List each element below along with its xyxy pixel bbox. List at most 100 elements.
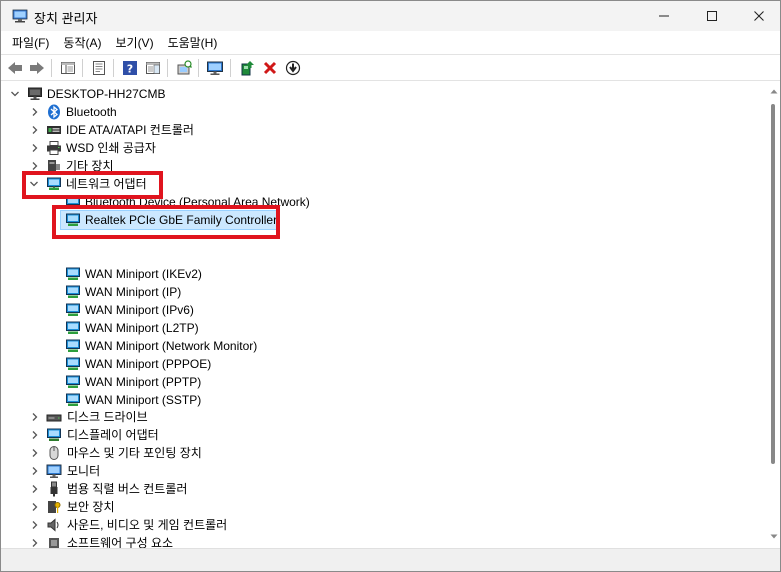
network-adapter-wan-pptp[interactable]: WAN Miniport (PPTP) (2, 373, 402, 391)
chevron-right-icon[interactable] (30, 125, 40, 135)
toolbar: ? (1, 54, 780, 81)
show-hide-console-tree-icon (61, 62, 75, 74)
category-label: 디스크 드라이브 (67, 410, 148, 424)
chevron-right-icon[interactable] (30, 538, 40, 548)
network-adapter-wan-netmon[interactable]: WAN Miniport (Network Monitor) (2, 337, 402, 355)
uninstall-icon (263, 61, 277, 75)
update-driver-icon (241, 61, 254, 76)
device-label: WAN Miniport (PPPOE) (85, 357, 212, 371)
scroll-up-icon[interactable] (770, 88, 778, 94)
device-label: WAN Miniport (IPv6) (85, 303, 194, 317)
network-adapter-icon (66, 375, 80, 388)
device-label: WAN Miniport (PPTP) (85, 375, 202, 389)
network-adapter-wan-sstp[interactable]: WAN Miniport (SSTP) (2, 391, 402, 409)
scan-hardware-button[interactable] (174, 58, 194, 78)
chevron-right-icon[interactable] (30, 466, 40, 476)
computer-icon (28, 87, 42, 100)
category-software-components[interactable]: 소프트웨어 구성 요소 (2, 534, 402, 548)
scroll-down-icon[interactable] (770, 534, 778, 540)
category-label: IDE ATA/ATAPI 컨트롤러 (66, 123, 194, 137)
sound-icon (47, 518, 59, 532)
disable-icon (285, 60, 301, 76)
update-driver-button[interactable] (237, 58, 257, 78)
network-adapter-wan-pppoe[interactable]: WAN Miniport (PPPOE) (2, 355, 402, 373)
network-adapter-icon (66, 321, 80, 334)
network-adapter-wan-ipv6[interactable]: WAN Miniport (IPv6) (2, 301, 402, 319)
category-bluetooth[interactable]: Bluetooth (2, 103, 402, 121)
category-label: Bluetooth (66, 105, 117, 119)
category-label: 모니터 (67, 464, 101, 478)
display-adapter-icon (47, 428, 61, 441)
device-label: WAN Miniport (IP) (85, 285, 182, 299)
chevron-right-icon[interactable] (30, 520, 40, 530)
ide-controller-icon (47, 126, 61, 134)
uninstall-button[interactable] (260, 58, 280, 78)
menu-help[interactable]: 도움말(H) (161, 32, 225, 53)
category-usb[interactable]: 범용 직렬 버스 컨트롤러 (2, 480, 402, 498)
network-adapter-wan-l2tp[interactable]: WAN Miniport (L2TP) (2, 319, 402, 337)
menu-file[interactable]: 파일(F) (5, 32, 56, 53)
network-adapter-icon (66, 303, 80, 316)
highlight-box-realtek (52, 205, 280, 239)
properties-icon (93, 61, 105, 75)
network-adapter-icon (66, 339, 80, 352)
close-button[interactable] (736, 1, 780, 31)
minimize-icon (659, 15, 669, 17)
category-ide[interactable]: IDE ATA/ATAPI 컨트롤러 (2, 121, 402, 139)
category-label: 마우스 및 기타 포인팅 장치 (67, 446, 202, 460)
minimize-button[interactable] (641, 1, 687, 31)
monitor-button[interactable] (205, 58, 225, 78)
svg-text:?: ? (127, 63, 133, 76)
chevron-right-icon[interactable] (30, 107, 40, 117)
chevron-down-icon[interactable] (10, 89, 20, 99)
action-pane-button[interactable] (143, 58, 163, 78)
category-label: 디스플레이 어댑터 (67, 428, 159, 442)
back-icon (8, 62, 22, 74)
network-adapter-wan-ip[interactable]: WAN Miniport (IP) (2, 283, 402, 301)
title-bar: 장치 관리자 (1, 1, 780, 31)
vertical-scroll-thumb[interactable] (771, 104, 775, 464)
network-adapter-wan-ikev2[interactable]: WAN Miniport (IKEv2) (2, 265, 402, 283)
vertical-scrollbar[interactable] (767, 82, 780, 548)
maximize-icon (707, 11, 717, 21)
chevron-right-icon[interactable] (30, 412, 40, 422)
back-button[interactable] (5, 58, 25, 78)
chevron-right-icon[interactable] (30, 484, 40, 494)
maximize-button[interactable] (689, 1, 735, 31)
category-mouse[interactable]: 마우스 및 기타 포인팅 장치 (2, 444, 402, 462)
network-adapter-icon (66, 267, 80, 280)
forward-icon (30, 62, 44, 74)
category-label: 보안 장치 (67, 500, 115, 514)
chevron-right-icon[interactable] (30, 448, 40, 458)
disable-button[interactable] (283, 58, 303, 78)
network-adapter-icon (66, 285, 80, 298)
help-button[interactable]: ? (120, 58, 140, 78)
window-title: 장치 관리자 (34, 11, 98, 26)
menu-action[interactable]: 동작(A) (56, 32, 108, 53)
device-manager-icon (12, 9, 28, 23)
category-wsd-print[interactable]: WSD 인쇄 공급자 (2, 139, 402, 157)
console-tree-button[interactable] (58, 58, 78, 78)
printer-icon (47, 141, 61, 155)
menu-bar: 파일(F) 동작(A) 보기(V) 도움말(H) (1, 31, 780, 53)
forward-button[interactable] (27, 58, 47, 78)
properties-button[interactable] (89, 58, 109, 78)
category-display-adapters[interactable]: 디스플레이 어댑터 (2, 426, 402, 444)
chevron-right-icon[interactable] (30, 143, 40, 153)
category-security-devices[interactable]: 보안 장치 (2, 498, 402, 516)
category-monitors[interactable]: 모니터 (2, 462, 402, 480)
chevron-right-icon[interactable] (30, 502, 40, 512)
chevron-right-icon[interactable] (30, 161, 40, 171)
category-sound[interactable]: 사운드, 비디오 및 게임 컨트롤러 (2, 516, 402, 534)
bluetooth-icon (48, 104, 60, 120)
menu-view[interactable]: 보기(V) (108, 32, 160, 53)
tree-root[interactable]: DESKTOP-HH27CMB (2, 85, 402, 103)
network-adapter-icon (66, 357, 80, 370)
category-disk-drives[interactable]: 디스크 드라이브 (2, 408, 402, 426)
chevron-right-icon[interactable] (30, 430, 40, 440)
action-pane-icon (146, 62, 160, 74)
device-tree: DESKTOP-HH27CMB Bluetooth IDE ATA/ATAPI … (2, 82, 767, 548)
usb-icon (50, 481, 58, 497)
close-icon (754, 11, 764, 21)
network-adapter-icon (66, 393, 80, 406)
